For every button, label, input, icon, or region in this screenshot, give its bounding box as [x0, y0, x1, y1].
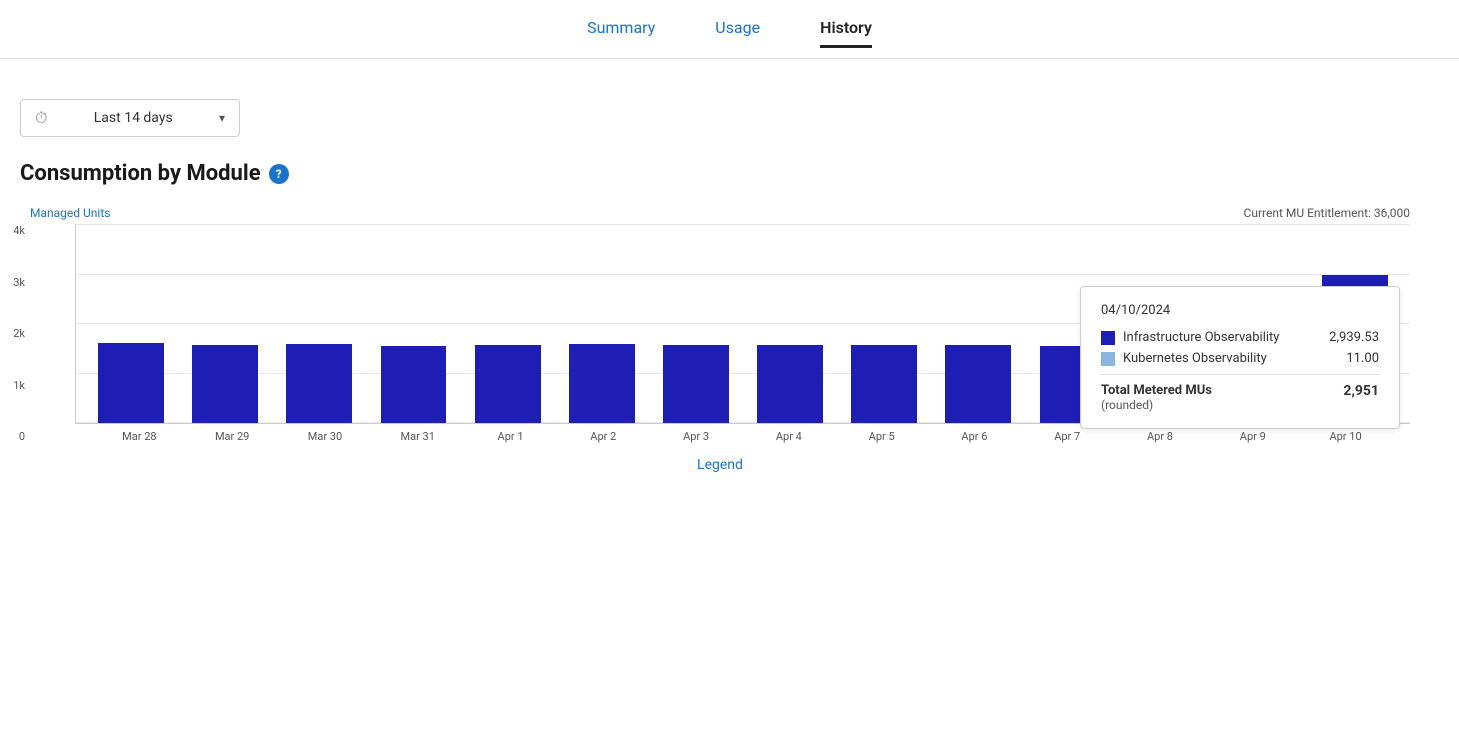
tooltip-total-row: Total Metered MUs (rounded) 2,951 — [1101, 383, 1379, 412]
bar-segment-infra — [569, 344, 635, 423]
chevron-down-icon: ▾ — [219, 111, 225, 125]
y-tick-1k: 1k — [0, 379, 25, 392]
bar-group — [272, 224, 366, 423]
chart-container: Managed Units Current MU Entitlement: 36… — [20, 206, 1420, 473]
top-navigation: Summary Usage History — [0, 0, 1459, 59]
bar-group — [555, 224, 649, 423]
tooltip-total-sub: (rounded) — [1101, 398, 1212, 412]
tooltip-date: 04/10/2024 — [1101, 303, 1379, 318]
x-axis-label: Apr 4 — [742, 430, 835, 443]
bar-segment-infra — [757, 345, 823, 423]
y-axis-ticks: 4k 3k 2k 1k 0 — [0, 224, 25, 443]
tooltip-color-box — [1101, 352, 1115, 366]
tooltip-card: 04/10/2024 Infrastructure Observability 2… — [1080, 286, 1400, 429]
main-content: ⏱ Last 14 days ▾ Consumption by Module ?… — [0, 89, 1440, 493]
x-axis-labels: Mar 28Mar 29Mar 30Mar 31Apr 1Apr 2Apr 3A… — [75, 430, 1410, 443]
entitlement-label: Current MU Entitlement: 36,000 — [1244, 206, 1410, 220]
x-axis-label: Apr 10 — [1299, 430, 1392, 443]
x-axis-label: Apr 9 — [1206, 430, 1299, 443]
y-tick-4k: 4k — [0, 224, 25, 237]
bar-group — [931, 224, 1025, 423]
bar-segment-infra — [475, 345, 541, 423]
section-title-row: Consumption by Module ? — [20, 161, 1420, 186]
legend-row: Legend — [30, 457, 1410, 473]
help-icon[interactable]: ? — [269, 164, 289, 184]
y-tick-0: 0 — [0, 430, 25, 443]
bar-segment-infra — [945, 345, 1011, 423]
x-axis-label: Apr 6 — [928, 430, 1021, 443]
tooltip-row: Kubernetes Observability 11.00 — [1101, 351, 1379, 366]
x-axis-label: Mar 30 — [279, 430, 372, 443]
legend-link[interactable]: Legend — [697, 457, 743, 473]
bar-group — [649, 224, 743, 423]
tooltip-divider — [1101, 374, 1379, 375]
bar-group — [743, 224, 837, 423]
tab-history[interactable]: History — [820, 18, 872, 48]
bar-segment-infra — [663, 345, 729, 423]
bar-segment-infra — [381, 346, 447, 423]
tooltip-total-value: 2,951 — [1343, 383, 1379, 399]
tooltip-color-box — [1101, 331, 1115, 345]
x-axis-label: Apr 3 — [650, 430, 743, 443]
bar-group — [366, 224, 460, 423]
tooltip-module-name: Kubernetes Observability — [1123, 351, 1338, 366]
x-axis-label: Apr 2 — [557, 430, 650, 443]
x-axis-label: Apr 1 — [464, 430, 557, 443]
filter-row: ⏱ Last 14 days ▾ — [20, 99, 1420, 137]
date-range-dropdown[interactable]: ⏱ Last 14 days ▾ — [20, 99, 240, 137]
bar-group — [178, 224, 272, 423]
x-axis-label: Mar 28 — [93, 430, 186, 443]
tooltip-total-label: Total Metered MUs — [1101, 383, 1212, 398]
y-axis-label: Managed Units — [30, 206, 110, 220]
x-axis-label: Mar 29 — [186, 430, 279, 443]
clock-icon: ⏱ — [35, 108, 47, 128]
bar-segment-infra — [851, 345, 917, 423]
bar-segment-infra — [286, 344, 352, 423]
y-tick-2k: 2k — [0, 327, 25, 340]
tab-usage[interactable]: Usage — [715, 18, 760, 48]
x-axis-label: Apr 7 — [1021, 430, 1114, 443]
x-axis-label: Apr 8 — [1114, 430, 1207, 443]
tooltip-module-name: Infrastructure Observability — [1123, 330, 1321, 345]
bar-segment-infra — [192, 345, 258, 423]
bar-segment-infra — [98, 343, 164, 423]
section-title: Consumption by Module — [20, 161, 261, 186]
y-tick-3k: 3k — [0, 276, 25, 289]
x-axis-label: Apr 5 — [835, 430, 928, 443]
tooltip-module-value: 11.00 — [1346, 351, 1379, 366]
bar-group — [461, 224, 555, 423]
tooltip-row: Infrastructure Observability 2,939.53 — [1101, 330, 1379, 345]
date-range-label: Last 14 days — [94, 110, 173, 126]
bar-group — [84, 224, 178, 423]
tooltip-module-value: 2,939.53 — [1329, 330, 1379, 345]
bar-group — [837, 224, 931, 423]
tab-summary[interactable]: Summary — [587, 18, 655, 48]
x-axis-label: Mar 31 — [371, 430, 464, 443]
chart-header: Managed Units Current MU Entitlement: 36… — [30, 206, 1410, 220]
